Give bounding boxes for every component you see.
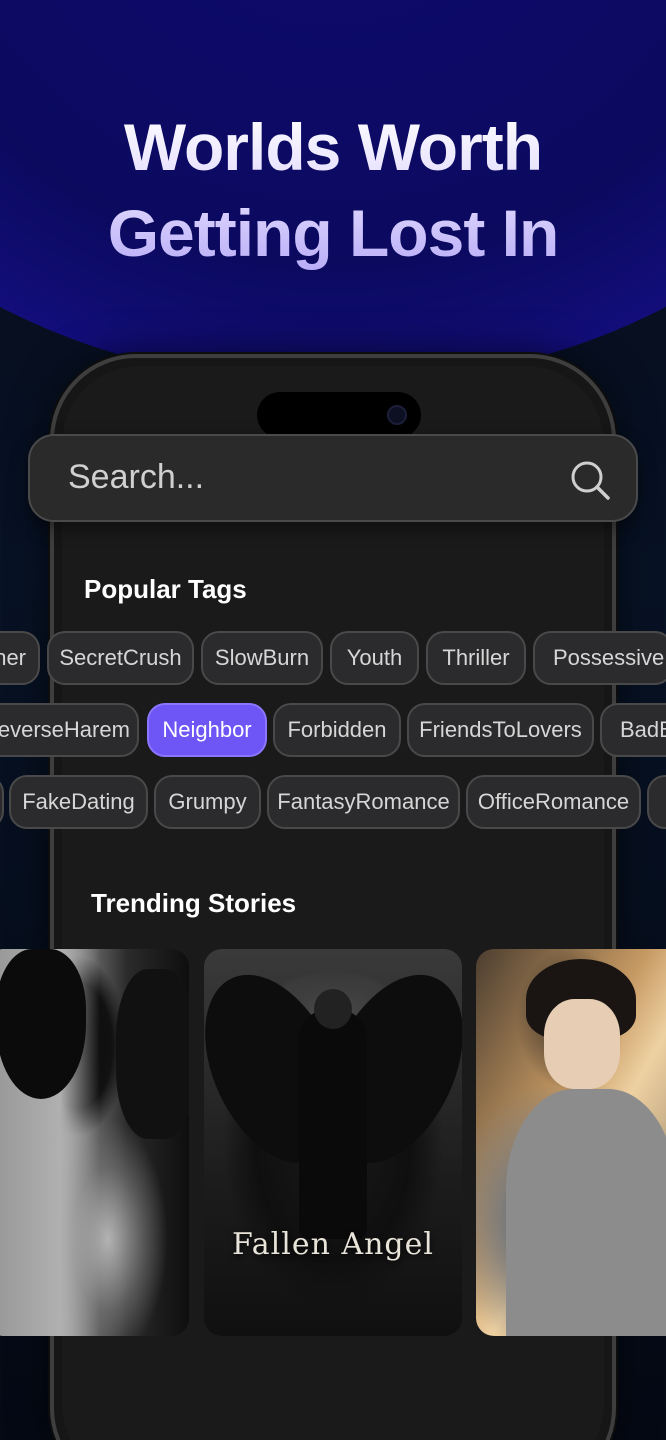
tag-row-1: ner SecretCrush SlowBurn Youth Thriller … xyxy=(0,631,666,685)
tag-chip[interactable]: Forbidden xyxy=(273,703,401,757)
trending-stories-title: Trending Stories xyxy=(91,888,297,918)
tag-chip[interactable]: FakeDating xyxy=(9,775,148,829)
tag-chip[interactable]: SecretCrush xyxy=(47,631,194,685)
hero-title-line1: Worlds Worth xyxy=(123,110,543,184)
face-shape xyxy=(544,999,620,1089)
figure-shape xyxy=(116,969,189,1139)
search-icon[interactable] xyxy=(568,458,612,502)
tag-chip[interactable]: Grumpy xyxy=(154,775,261,829)
tag-chip[interactable]: SlowBurn xyxy=(201,631,323,685)
search-input[interactable]: Search... xyxy=(68,458,204,497)
tag-chip[interactable]: BadB xyxy=(600,703,666,757)
story-title: Fallen Angel xyxy=(231,1227,434,1262)
tag-chip[interactable]: Youth xyxy=(330,631,419,685)
tag-chip[interactable]: ner xyxy=(0,631,40,685)
story-card[interactable] xyxy=(476,949,666,1336)
angel-figure-shape xyxy=(299,1009,367,1239)
tag-chip[interactable]: Thriller xyxy=(426,631,526,685)
sweater-shape xyxy=(506,1089,666,1336)
search-bar[interactable]: Search... xyxy=(28,434,638,522)
app-store-screenshot: Worlds Worth Getting Lost In Search... P… xyxy=(0,0,666,1440)
hero-title: Worlds Worth Getting Lost In xyxy=(0,104,666,276)
story-card[interactable] xyxy=(0,949,189,1336)
camera-icon xyxy=(387,405,407,425)
tag-chip[interactable] xyxy=(647,775,666,829)
tag-row-2: ReverseHarem Neighbor Forbidden FriendsT… xyxy=(0,703,666,757)
tag-chip[interactable]: FriendsToLovers xyxy=(407,703,594,757)
tag-chip[interactable] xyxy=(0,775,4,829)
tag-chip[interactable]: FantasyRomance xyxy=(267,775,460,829)
hero-title-line2: Getting Lost In xyxy=(107,196,559,270)
tag-row-3: FakeDating Grumpy FantasyRomance OfficeR… xyxy=(0,775,666,829)
story-card[interactable]: Fallen Angel xyxy=(204,949,462,1336)
dynamic-island xyxy=(257,392,421,438)
tag-chip[interactable]: ReverseHarem xyxy=(0,703,139,757)
tag-chip[interactable]: Possessive xyxy=(533,631,666,685)
popular-tags-title: Popular Tags xyxy=(84,574,247,604)
angel-head-shape xyxy=(314,989,352,1029)
tag-chip[interactable]: OfficeRomance xyxy=(466,775,641,829)
tag-chip-active[interactable]: Neighbor xyxy=(147,703,267,757)
hair-shape xyxy=(0,949,86,1099)
